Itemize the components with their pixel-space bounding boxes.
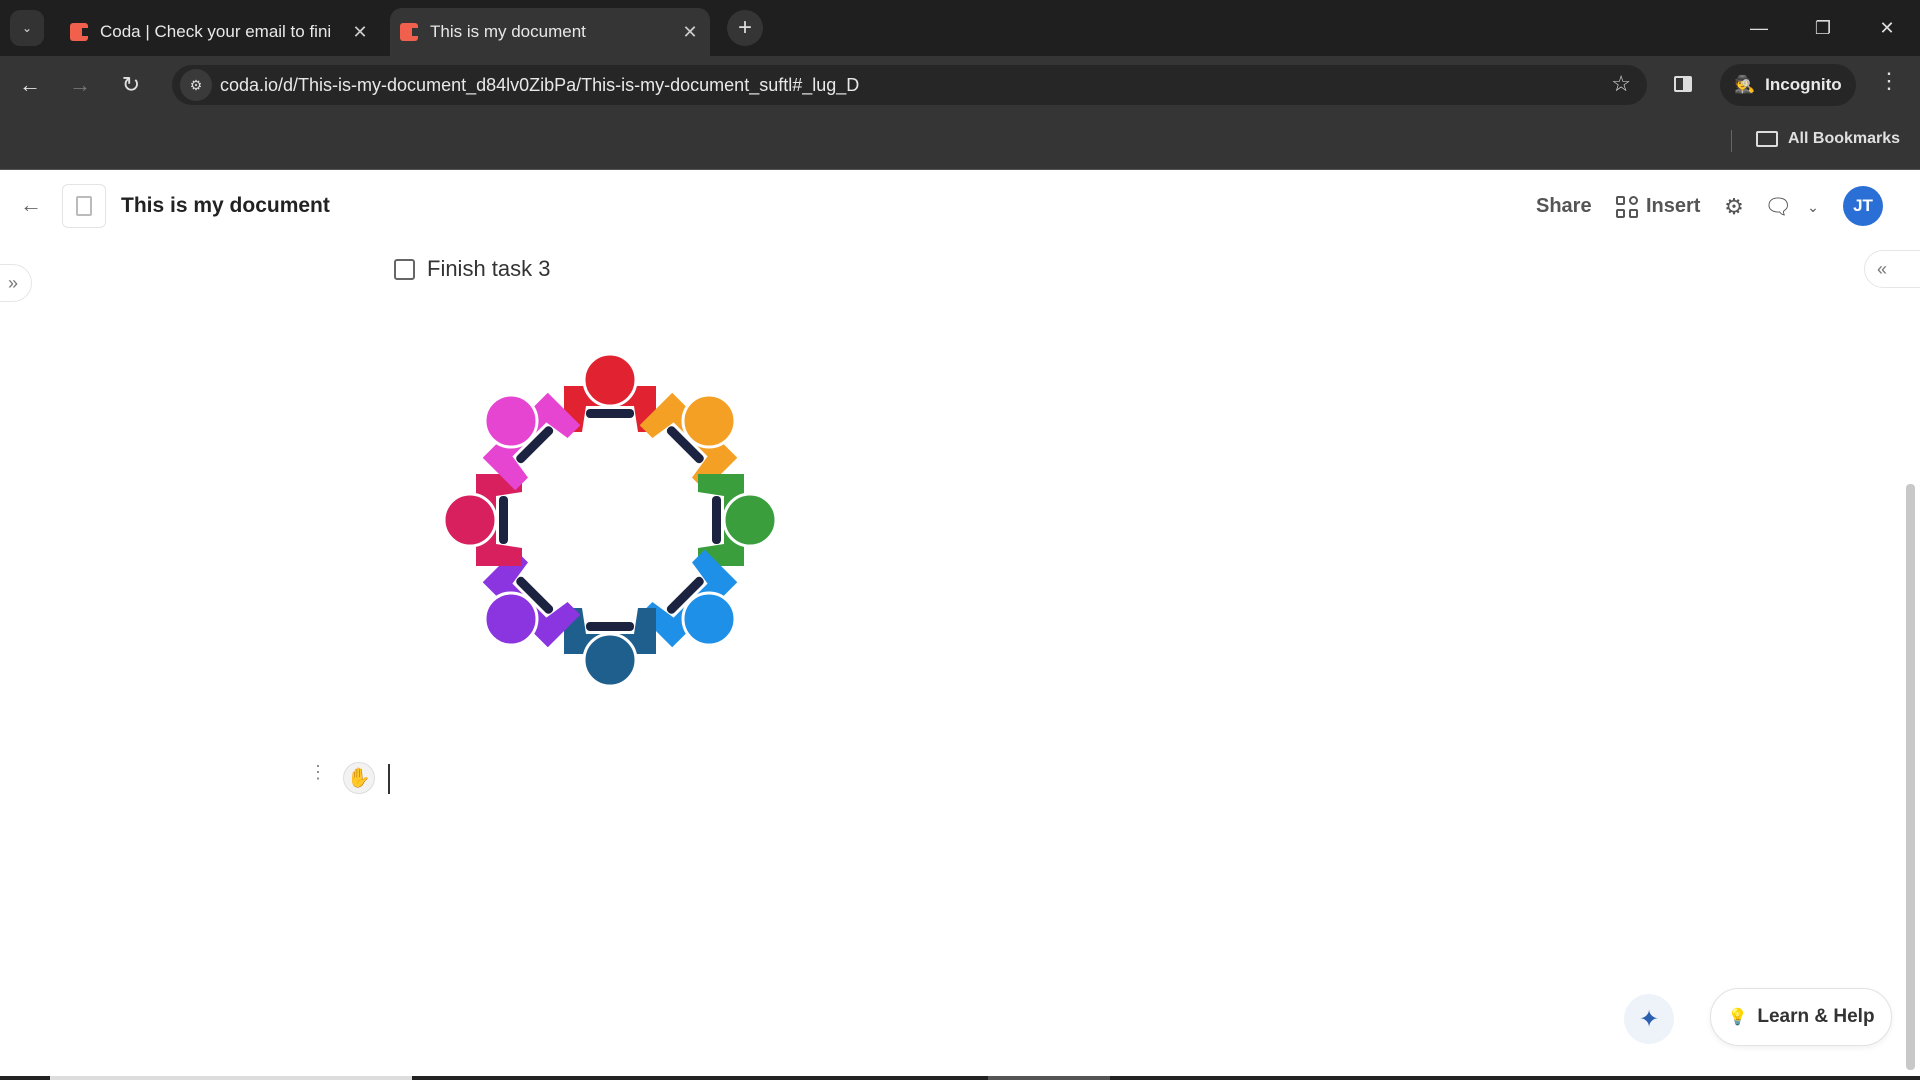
site-info-button[interactable]: ⚙	[180, 69, 212, 101]
tab-title: Coda | Check your email to fini	[100, 22, 332, 41]
restore-button[interactable]: ❐	[1798, 10, 1848, 46]
coda-favicon-icon	[400, 23, 418, 41]
doc-icon-button[interactable]	[62, 184, 106, 228]
comment-icon: 🗨	[1764, 194, 1792, 219]
settings-button[interactable]: ⚙	[1719, 192, 1749, 222]
doc-back-button[interactable]: ←	[20, 192, 42, 218]
person-figure	[639, 392, 738, 491]
person-figure	[639, 549, 738, 648]
drag-dots-icon: ⋮	[309, 762, 327, 782]
tune-icon: ⚙	[189, 76, 203, 93]
person-figure	[564, 352, 656, 432]
bottom-edge-bar	[0, 1076, 1920, 1080]
page-scrollbar[interactable]	[1906, 484, 1915, 1070]
team-circle-image[interactable]	[400, 310, 820, 730]
insert-label: Insert	[1646, 195, 1701, 217]
lightbulb-icon: 💡	[1727, 1009, 1748, 1026]
expand-sidebar-button[interactable]: »	[0, 264, 32, 302]
browser-title-bar: ⌄ Coda | Check your email to fini ✕ This…	[0, 0, 1920, 56]
reload-button[interactable]: ↻	[112, 66, 150, 104]
tab-search-button[interactable]: ⌄	[10, 10, 44, 46]
browser-tab-coda-email[interactable]: Coda | Check your email to fini ✕	[60, 8, 380, 56]
new-tab-button[interactable]: +	[727, 10, 763, 46]
person-figure	[698, 474, 778, 566]
person-figure	[482, 392, 581, 491]
checklist-item: Finish task 3	[394, 256, 551, 282]
address-bar[interactable]: ⚙ coda.io/d/This-is-my-document_d84lv0Zi…	[172, 65, 1647, 105]
side-panel-button[interactable]	[1670, 71, 1698, 99]
close-icon: ✕	[1879, 17, 1895, 38]
browser-toolbar: ← → ↻ ⚙ coda.io/d/This-is-my-document_d8…	[0, 56, 1920, 114]
minimize-icon: —	[1750, 17, 1768, 38]
arrow-left-icon: ←	[20, 192, 42, 217]
incognito-icon: 🕵	[1734, 75, 1756, 94]
share-button[interactable]: Share	[1536, 195, 1592, 218]
bookmark-star-icon[interactable]: ☆	[1611, 71, 1631, 97]
url-text[interactable]: coda.io/d/This-is-my-document_d84lv0ZibP…	[220, 75, 859, 96]
close-tab-icon[interactable]: ✕	[348, 22, 372, 43]
collapse-panel-button[interactable]: «	[1864, 250, 1920, 288]
close-window-button[interactable]: ✕	[1862, 10, 1912, 46]
comments-button[interactable]: 🗨	[1763, 192, 1793, 222]
close-tab-icon[interactable]: ✕	[678, 22, 702, 43]
browser-tab-document[interactable]: This is my document ✕	[390, 8, 710, 56]
incognito-label: Incognito	[1765, 75, 1842, 94]
sparkles-icon: ✦	[1638, 1005, 1660, 1033]
task-checkbox[interactable]	[394, 258, 415, 280]
chevron-down-icon: ⌄	[21, 21, 33, 35]
double-chevron-left-icon: «	[1877, 258, 1888, 279]
share-label: Share	[1536, 195, 1592, 217]
hand-cursor-icon: ✋	[343, 762, 375, 794]
coda-favicon-icon	[70, 23, 88, 41]
forward-button[interactable]: →	[61, 66, 99, 104]
double-chevron-right-icon: »	[7, 272, 18, 293]
minimize-button[interactable]: —	[1734, 10, 1784, 46]
restore-icon: ❐	[1814, 17, 1832, 38]
person-figure	[482, 549, 581, 648]
document-icon	[76, 196, 92, 216]
side-panel-icon	[1674, 76, 1692, 92]
user-avatar[interactable]: JT	[1843, 186, 1883, 226]
text-caret	[388, 764, 390, 794]
gear-icon: ⚙	[1724, 194, 1744, 219]
plus-icon: +	[737, 14, 752, 41]
tab-title: This is my document	[430, 22, 586, 41]
incognito-profile-button[interactable]: 🕵 Incognito	[1720, 64, 1856, 106]
all-bookmarks-button[interactable]: All Bookmarks	[1756, 130, 1900, 148]
comments-dropdown[interactable]: ⌄	[1798, 192, 1828, 222]
insert-grid-icon	[1616, 195, 1638, 218]
task-label[interactable]: Finish task 3	[427, 256, 551, 282]
bookmarks-bar: All Bookmarks	[0, 114, 1920, 170]
folder-icon	[1756, 131, 1778, 147]
row-drag-handle[interactable]: ⋮	[309, 763, 327, 781]
all-bookmarks-label: All Bookmarks	[1788, 130, 1901, 147]
person-figure	[442, 474, 522, 566]
back-button[interactable]: ←	[11, 66, 49, 104]
ai-assistant-button[interactable]: ✦	[1624, 994, 1674, 1044]
person-figure	[564, 608, 656, 688]
insert-button[interactable]: Insert	[1616, 195, 1700, 218]
kebab-menu-icon: ⋮	[1878, 68, 1900, 93]
browser-menu-button[interactable]: ⋮	[1877, 68, 1901, 94]
doc-title[interactable]: This is my document	[121, 194, 330, 218]
arrow-right-icon: →	[69, 72, 91, 97]
coda-page: ← This is my document Share Insert ⚙ 🗨 ⌄…	[0, 170, 1920, 1076]
chevron-down-icon: ⌄	[1807, 198, 1819, 215]
bookmarks-divider	[1731, 130, 1732, 152]
learn-help-label: Learn & Help	[1757, 1006, 1875, 1027]
arrow-left-icon: ←	[19, 72, 41, 97]
reload-icon: ↻	[121, 72, 141, 97]
learn-help-button[interactable]: 💡 Learn & Help	[1710, 988, 1892, 1046]
